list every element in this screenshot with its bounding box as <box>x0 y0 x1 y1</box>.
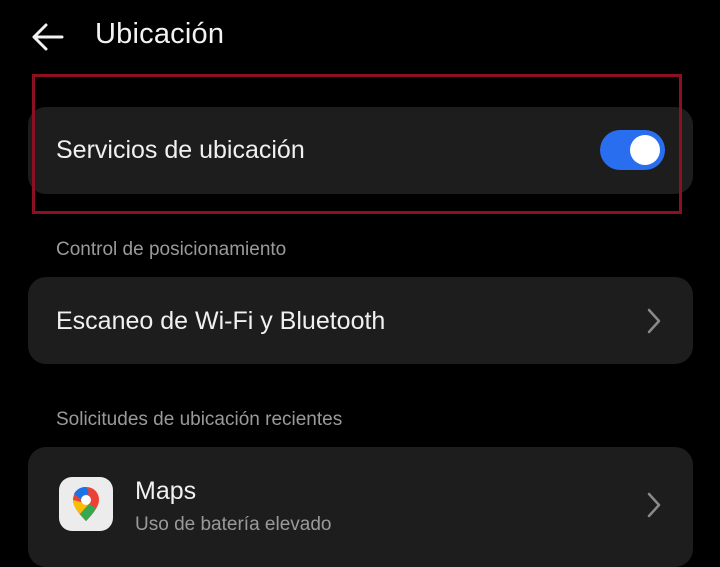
header: Ubicación <box>0 0 720 74</box>
google-maps-icon <box>59 477 113 531</box>
chevron-right-icon <box>647 492 661 518</box>
app-row-maps[interactable]: Maps Uso de batería elevado <box>28 447 693 567</box>
location-services-row[interactable]: Servicios de ubicación <box>28 107 693 194</box>
arrow-left-icon <box>32 23 64 51</box>
toggle-knob <box>630 135 660 165</box>
section-recent-requests: Solicitudes de ubicación recientes <box>56 409 343 430</box>
location-services-toggle[interactable] <box>600 130 665 170</box>
back-button[interactable] <box>28 20 68 54</box>
app-subtitle: Uso de batería elevado <box>135 514 332 535</box>
section-positioning-control: Control de posicionamiento <box>56 239 287 260</box>
wifi-bluetooth-scan-row[interactable]: Escaneo de Wi-Fi y Bluetooth <box>28 277 693 364</box>
chevron-right-icon <box>647 308 661 334</box>
app-name: Maps <box>135 477 197 505</box>
wifi-bluetooth-scan-label: Escaneo de Wi-Fi y Bluetooth <box>56 307 386 335</box>
page-title: Ubicación <box>95 18 225 50</box>
location-services-label: Servicios de ubicación <box>56 136 305 164</box>
